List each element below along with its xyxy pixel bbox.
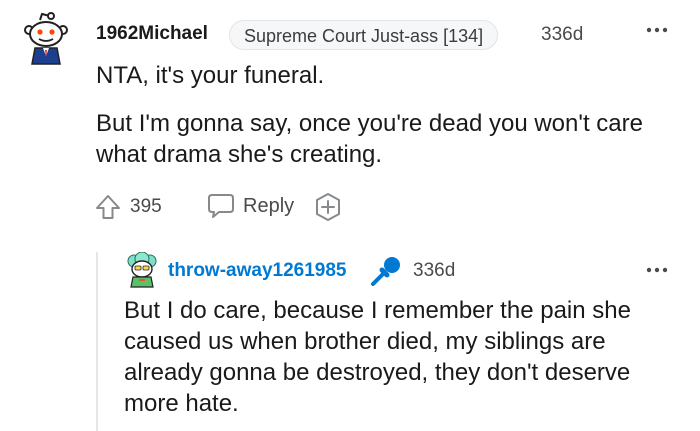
thread-line[interactable] (96, 252, 98, 431)
comment-paragraph: NTA, it's your funeral. (96, 62, 325, 89)
comment-paragraph: But I'm gonna say, once you're dead you … (96, 110, 643, 168)
avatar[interactable] (124, 251, 160, 288)
comment-author[interactable]: 1962Michael (96, 23, 208, 45)
award-plus-icon[interactable] (313, 192, 343, 222)
comment-bubble-icon (208, 194, 234, 218)
comment-body: But I do care, because I remember the pa… (124, 297, 631, 417)
reply-button[interactable]: Reply (207, 191, 294, 221)
comment-age: 336d (541, 24, 584, 45)
user-flair: Supreme Court Just-ass [134] (229, 20, 499, 50)
comment-author[interactable]: throw-away1261985 (168, 260, 347, 282)
reply-label: Reply (243, 194, 295, 217)
comment-age: 336d (413, 260, 456, 281)
microphone-icon (370, 255, 402, 287)
more-options-icon[interactable] (644, 22, 670, 38)
more-options-icon[interactable] (644, 262, 670, 278)
avatar[interactable] (20, 10, 72, 66)
vote-count: 395 (130, 196, 162, 217)
upvote-arrow-icon[interactable] (94, 193, 122, 221)
